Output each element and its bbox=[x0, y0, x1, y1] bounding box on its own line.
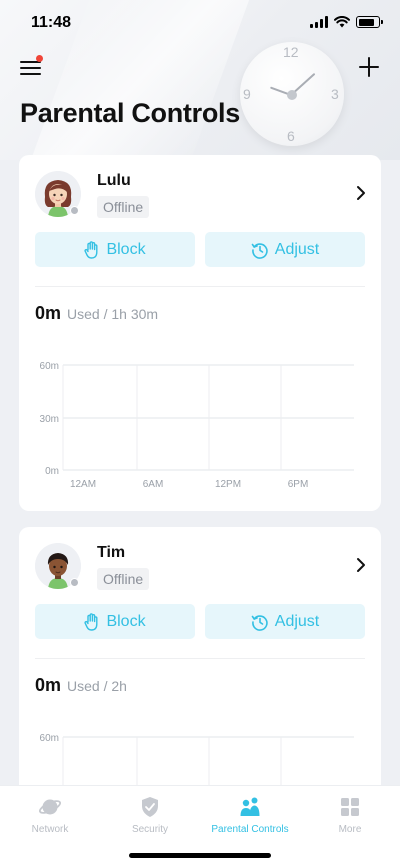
hand-icon bbox=[84, 240, 98, 259]
usage-value: 0m bbox=[35, 303, 62, 323]
wifi-icon bbox=[334, 16, 350, 28]
usage-limit: Used / 2h bbox=[67, 678, 127, 694]
block-button[interactable]: Block bbox=[35, 232, 195, 267]
y-tick-label: 60m bbox=[40, 361, 59, 372]
usage-summary: 0m Used / 2h bbox=[35, 675, 127, 696]
block-button[interactable]: Block bbox=[35, 604, 195, 639]
chevron-right-icon[interactable] bbox=[355, 557, 367, 573]
block-label: Block bbox=[106, 240, 146, 258]
x-tick-label: 6AM bbox=[143, 479, 164, 490]
tab-label: Parental Controls bbox=[211, 824, 289, 835]
planet-icon bbox=[39, 799, 61, 815]
profile-card-tim[interactable]: Tim Offline Block Adjust 0m Used / 2h 60… bbox=[19, 527, 381, 866]
chevron-right-icon[interactable] bbox=[355, 185, 367, 201]
tab-parental-controls[interactable]: Parental Controls bbox=[200, 796, 300, 835]
y-tick-label: 0m bbox=[45, 466, 59, 477]
profile-card-lulu[interactable]: Lulu Offline Block Adjust 0m Used / 1h 3… bbox=[19, 155, 381, 511]
x-tick-label: 12AM bbox=[70, 479, 96, 490]
tab-network[interactable]: Network bbox=[0, 796, 100, 835]
x-tick-label: 12PM bbox=[215, 479, 241, 490]
status-icons bbox=[310, 16, 383, 28]
status-badge: Offline bbox=[97, 196, 150, 218]
tab-label: Network bbox=[31, 824, 69, 835]
adjust-label: Adjust bbox=[274, 240, 320, 258]
tab-more[interactable]: More bbox=[300, 796, 400, 835]
profile-name: Lulu bbox=[97, 172, 131, 189]
family-icon bbox=[240, 797, 260, 816]
clock-illustration: 12 3 6 9 bbox=[240, 42, 344, 146]
adjust-button[interactable]: Adjust bbox=[205, 604, 365, 639]
tab-security[interactable]: Security bbox=[100, 796, 200, 835]
profile-name: Tim bbox=[97, 544, 126, 561]
clock-number: 3 bbox=[331, 86, 339, 102]
tab-label: More bbox=[338, 824, 362, 835]
notification-dot bbox=[36, 55, 43, 62]
adjust-label: Adjust bbox=[274, 612, 320, 630]
tab-label: Security bbox=[131, 824, 169, 835]
adjust-button[interactable]: Adjust bbox=[205, 232, 365, 267]
menu-button[interactable] bbox=[20, 55, 43, 76]
usage-limit: Used / 1h 30m bbox=[67, 306, 159, 322]
divider bbox=[35, 286, 365, 287]
grid-icon bbox=[341, 798, 359, 816]
block-label: Block bbox=[106, 612, 146, 630]
offline-indicator bbox=[70, 206, 79, 215]
clock-number: 9 bbox=[243, 86, 251, 102]
clock-number: 12 bbox=[283, 44, 299, 60]
time-adjust-icon bbox=[251, 614, 268, 631]
usage-chart: 60m 30m 0m 12AM 6AM 12PM 6PM bbox=[40, 361, 354, 490]
add-profile-button[interactable] bbox=[358, 56, 380, 78]
usage-value: 0m bbox=[35, 675, 62, 695]
battery-icon bbox=[356, 16, 383, 28]
time-adjust-icon bbox=[251, 242, 268, 259]
hand-icon bbox=[84, 612, 98, 631]
y-tick-label: 30m bbox=[40, 414, 59, 425]
clock-number: 6 bbox=[287, 128, 295, 144]
home-indicator bbox=[129, 853, 271, 858]
page-title: Parental Controls bbox=[20, 98, 240, 128]
divider bbox=[35, 658, 365, 659]
shield-icon bbox=[142, 797, 158, 817]
cellular-signal-icon bbox=[310, 16, 328, 28]
y-tick-label: 60m bbox=[40, 733, 59, 744]
usage-summary: 0m Used / 1h 30m bbox=[35, 303, 158, 324]
offline-indicator bbox=[70, 578, 79, 587]
x-tick-label: 6PM bbox=[288, 479, 309, 490]
status-bar: 11:48 bbox=[0, 0, 400, 44]
status-time: 11:48 bbox=[31, 14, 72, 31]
status-badge: Offline bbox=[97, 568, 150, 590]
